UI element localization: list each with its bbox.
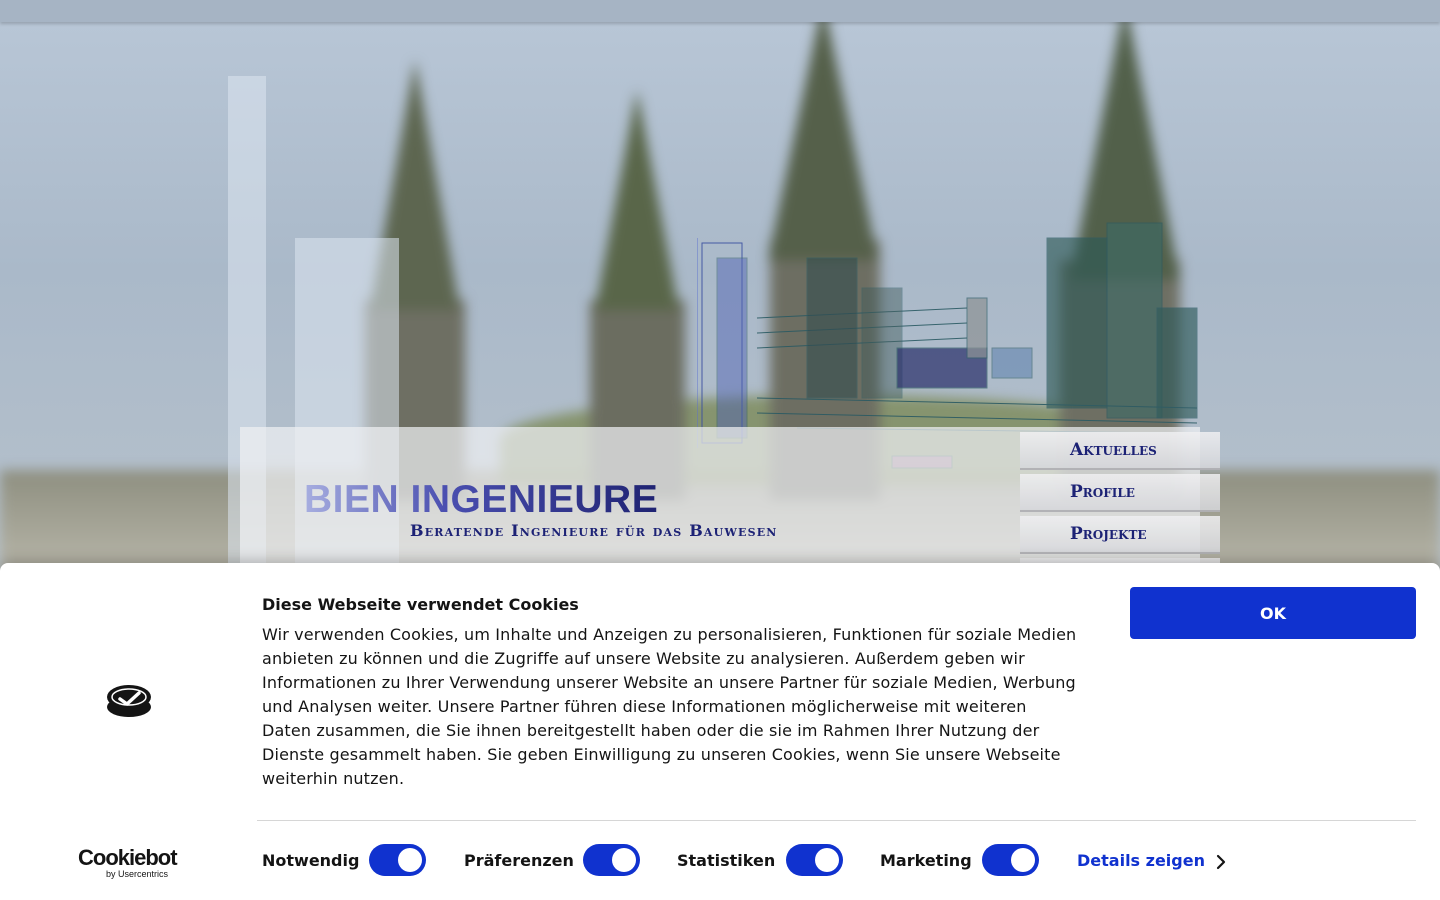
nav-item-aktuelles[interactable]: Aktuelles	[1020, 432, 1220, 470]
top-bar	[0, 0, 1440, 22]
page: BIEN INGENIEURE Beratende Ingenieure für…	[0, 0, 1440, 900]
cookie-banner-title: Diese Webseite verwendet Cookies	[262, 595, 579, 614]
cookiebot-brandmark[interactable]: Cookiebot by Usercentrics	[78, 845, 178, 880]
nav-item-projekte[interactable]: Projekte	[1020, 516, 1220, 554]
details-link[interactable]: Details zeigen	[1077, 851, 1205, 870]
toggle-knob	[1011, 848, 1035, 872]
cookiebot-brand-name: Cookiebot	[78, 845, 178, 870]
toggle-knob	[398, 848, 422, 872]
toggle-notwendig[interactable]	[369, 844, 426, 876]
toggle-statistiken[interactable]	[786, 844, 843, 876]
toggle-knob	[815, 848, 839, 872]
background-spire	[595, 90, 679, 310]
site-tagline: Beratende Ingenieure für das Bauwesen	[410, 521, 778, 540]
toggle-praeferenzen[interactable]	[583, 844, 640, 876]
cookie-banner: Diese Webseite verwendet Cookies Wir ver…	[0, 563, 1440, 900]
ok-button[interactable]: OK	[1130, 587, 1416, 639]
toggle-knob	[612, 848, 636, 872]
cookiebot-brand-by: by Usercentrics	[106, 869, 169, 879]
toggle-label-marketing: Marketing	[880, 851, 972, 870]
chevron-right-icon[interactable]	[1214, 853, 1228, 871]
toggle-label-notwendig: Notwendig	[262, 851, 360, 870]
toggle-marketing[interactable]	[982, 844, 1039, 876]
site-logo-text[interactable]: BIEN INGENIEURE	[304, 478, 658, 522]
cookie-banner-text: Wir verwenden Cookies, um Inhalte und An…	[262, 625, 1077, 788]
nav-item-profile[interactable]: Profile	[1020, 474, 1220, 512]
divider	[257, 820, 1416, 821]
toggle-label-praeferenzen: Präferenzen	[464, 851, 574, 870]
cookiebot-logo-icon	[107, 685, 151, 717]
toggle-label-statistiken: Statistiken	[677, 851, 776, 870]
